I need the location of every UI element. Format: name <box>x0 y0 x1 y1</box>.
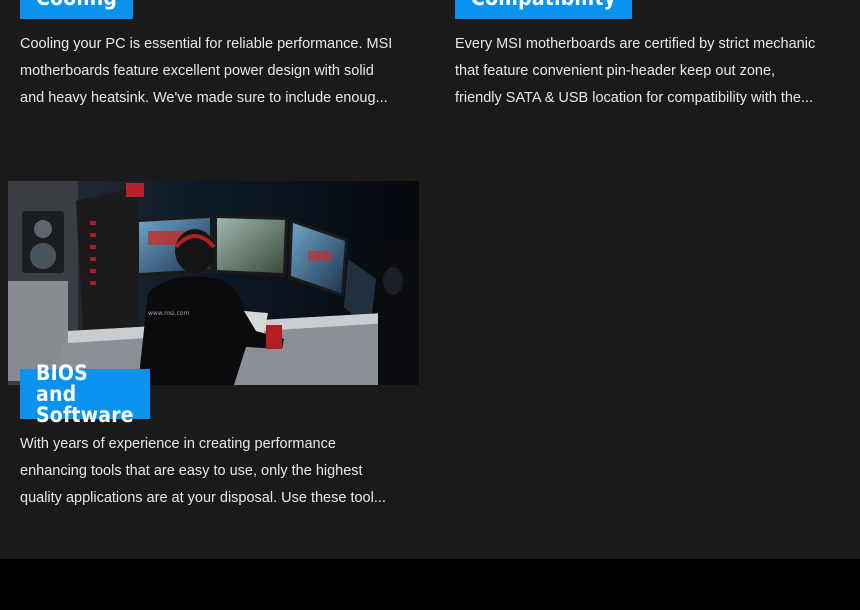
desc-line: Every MSI motherboards are certified by … <box>455 36 816 52</box>
image-watermark: www.msi.com <box>148 310 190 317</box>
desc-line: Cooling your PC is essential for reliabl… <box>20 36 393 52</box>
desc-line: enhancing tools that are easy to use, on… <box>20 463 363 479</box>
desc-line: With years of experience in creating per… <box>20 436 336 452</box>
page-footer <box>0 559 860 610</box>
feature-desc-cooling: Cooling your PC is essential for reliabl… <box>20 31 420 112</box>
feature-title-bios[interactable]: BIOS and Software <box>20 362 150 425</box>
desc-line: and heavy heatsink. We've made sure to i… <box>20 90 388 106</box>
gaming-setup-illustration: www.msi.com <box>8 181 419 385</box>
feature-title-compatibility[interactable]: Compatibility <box>455 0 633 19</box>
feature-title-cooling[interactable]: Cooling <box>20 0 134 19</box>
desc-line: that feature convenient pin-header keep … <box>455 63 776 79</box>
feature-title-compatibility-text: Compatibility <box>471 0 616 9</box>
feature-title-cooling-text: Cooling <box>36 0 117 9</box>
desc-line: quality applications are at your disposa… <box>20 490 386 506</box>
desc-line: friendly SATA & USB location for compati… <box>455 90 814 106</box>
feature-title-bios-text: BIOS and Software <box>36 360 134 427</box>
desc-line: motherboards feature excellent power des… <box>20 63 374 79</box>
bios-feature-image[interactable]: www.msi.com <box>8 181 419 385</box>
feature-desc-compatibility: Every MSI motherboards are certified by … <box>455 31 855 112</box>
feature-desc-bios: With years of experience in creating per… <box>20 431 420 512</box>
